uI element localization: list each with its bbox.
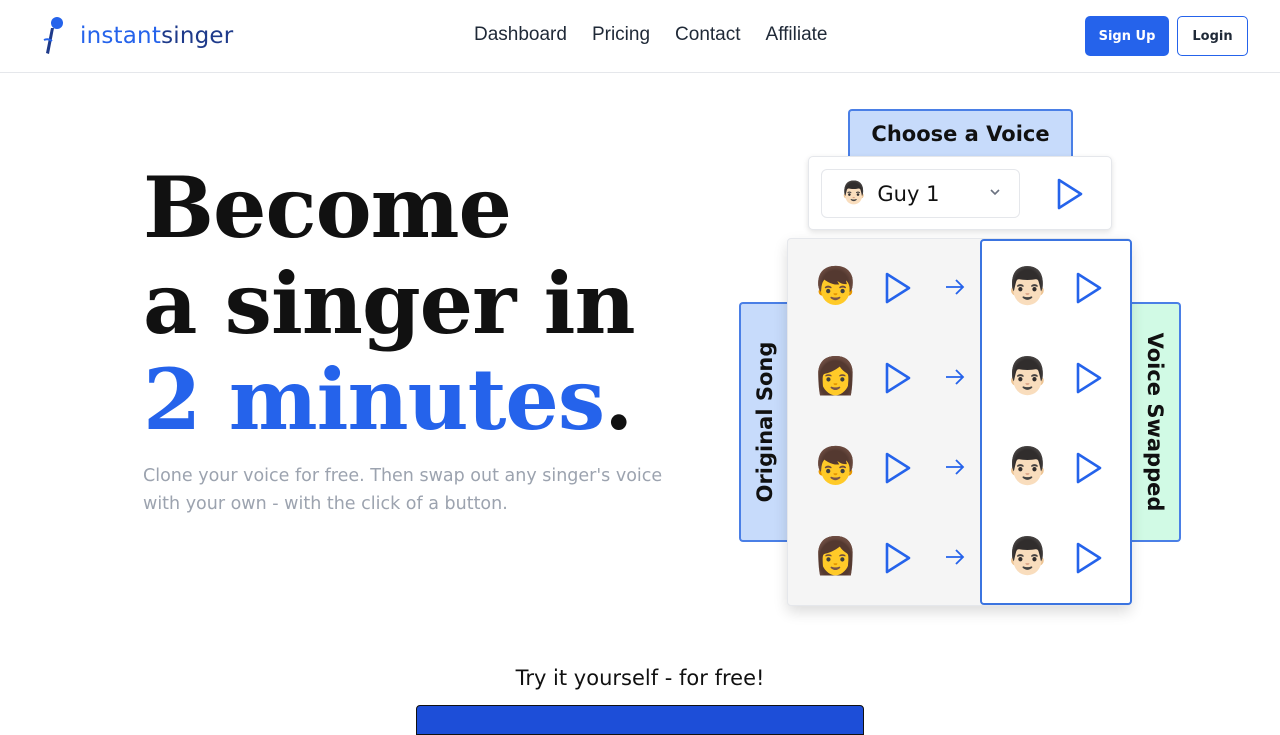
original-song-label: Original Song [753, 341, 777, 503]
play-icon[interactable] [884, 451, 912, 485]
play-icon[interactable] [884, 541, 912, 575]
arrow-right-icon [946, 459, 965, 475]
original-singer-emoji: 👦 [813, 446, 858, 487]
play-icon[interactable] [1055, 177, 1085, 211]
song-row: 👦 👨🏻 [787, 437, 1131, 497]
play-icon[interactable] [1075, 541, 1103, 575]
login-button[interactable]: Login [1177, 16, 1248, 56]
hero-title-line3: 2 minutes. [143, 352, 635, 448]
voice-selector-box: 👨🏻 Guy 1 [808, 156, 1112, 230]
voice-swapped-tab: Voice Swapped [1130, 302, 1181, 542]
nav-affiliate[interactable]: Affiliate [766, 24, 828, 46]
arrow-right-icon [946, 369, 965, 385]
hero-title-period: . [604, 350, 633, 449]
hero-title-line2: a singer in [143, 254, 636, 353]
main-nav: Dashboard Pricing Contact Affiliate [474, 24, 852, 46]
song-row: 👦 👨🏻 [787, 257, 1131, 317]
nav-contact[interactable]: Contact [675, 24, 740, 46]
swapped-singer-emoji: 👨🏻 [1005, 536, 1050, 577]
chevron-down-icon [990, 189, 1000, 196]
song-row: 👩 👨🏻 [787, 527, 1131, 587]
song-row: 👩 👨🏻 [787, 347, 1131, 407]
choose-voice-tab: Choose a Voice [848, 109, 1073, 161]
selected-voice-label: Guy 1 [877, 181, 940, 206]
voice-avatar-emoji: 👨🏻 [840, 181, 868, 206]
original-singer-emoji: 👩 [813, 356, 858, 397]
voice-swapped-label: Voice Swapped [1142, 332, 1167, 512]
top-navbar: instantsinger Dashboard Pricing Contact … [0, 0, 1280, 73]
logo[interactable]: instantsinger [40, 16, 233, 56]
logo-text: instantsinger [80, 23, 233, 49]
arrow-right-icon [946, 279, 965, 295]
hero-subtitle: Clone your voice for free. Then swap out… [143, 466, 663, 514]
microphone-icon [43, 17, 63, 54]
nav-dashboard[interactable]: Dashboard [474, 24, 567, 46]
original-singer-emoji: 👦 [813, 266, 858, 307]
original-song-tab: Original Song [739, 302, 789, 542]
hero-title-line1: Become [143, 158, 512, 257]
nav-pricing[interactable]: Pricing [592, 24, 650, 46]
play-icon[interactable] [1075, 451, 1103, 485]
hero-title: Become a singer in 2 minutes. [143, 158, 636, 448]
play-icon[interactable] [884, 271, 912, 305]
swapped-singer-emoji: 👨🏻 [1005, 266, 1050, 307]
play-icon[interactable] [1075, 361, 1103, 395]
play-icon[interactable] [884, 361, 912, 395]
sign-up-button[interactable]: Sign Up [1085, 16, 1169, 56]
logo-text-instant: instant [80, 23, 162, 49]
arrow-right-icon [946, 549, 965, 565]
voice-dropdown[interactable]: 👨🏻 Guy 1 [821, 169, 1020, 218]
cta-button[interactable] [416, 705, 864, 735]
swapped-singer-emoji: 👨🏻 [1005, 446, 1050, 487]
logo-text-singer: singer [161, 23, 234, 49]
play-icon[interactable] [1075, 271, 1103, 305]
swapped-singer-emoji: 👨🏻 [1005, 356, 1050, 397]
original-singer-emoji: 👩 [813, 536, 858, 577]
try-it-text: Try it yourself - for free! [515, 666, 765, 690]
hero-title-highlight: 2 minutes [143, 350, 605, 449]
